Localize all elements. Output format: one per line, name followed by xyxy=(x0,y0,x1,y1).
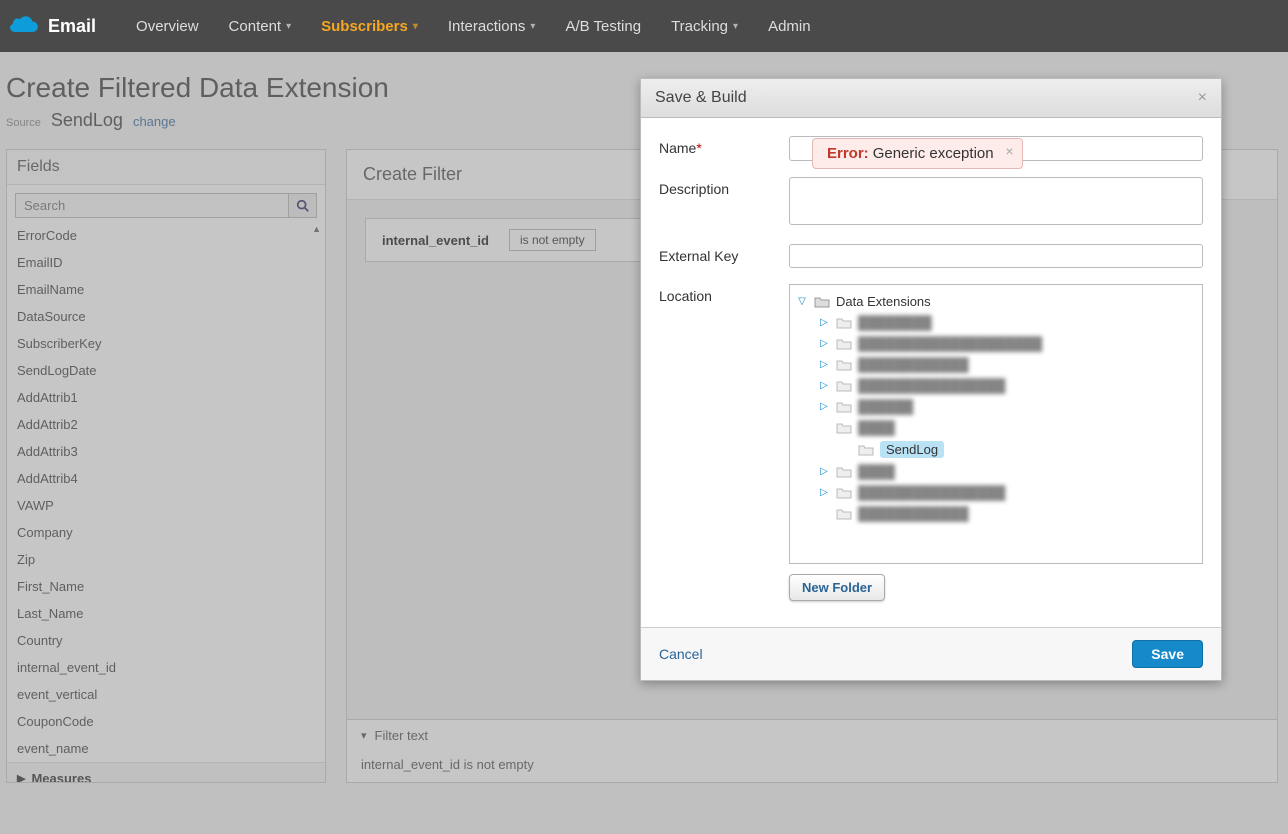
tree-label: ████████████████ xyxy=(858,485,1005,500)
nav-interactions[interactable]: Interactions ▾ xyxy=(448,18,536,35)
tree-label: ████████ xyxy=(858,315,932,330)
tree-label: ████████████████████ xyxy=(858,336,1042,351)
app-name: Email xyxy=(48,16,96,37)
tree-label: ████ xyxy=(858,464,895,479)
folder-icon xyxy=(836,358,852,371)
tree-label: Data Extensions xyxy=(836,294,931,309)
folder-icon xyxy=(836,316,852,329)
expand-icon[interactable]: ▷ xyxy=(818,317,830,328)
toast-close-button[interactable]: × xyxy=(1005,143,1013,159)
nav-label: Tracking xyxy=(671,18,728,35)
tree-item[interactable]: ▷████ xyxy=(816,417,1198,438)
new-folder-button[interactable]: New Folder xyxy=(789,574,885,601)
nav-subscribers[interactable]: Subscribers ▾ xyxy=(321,18,418,35)
expand-icon[interactable]: ▷ xyxy=(818,466,830,477)
folder-icon xyxy=(836,337,852,350)
tree-label: ████████████ xyxy=(858,506,969,521)
modal-close-button[interactable]: × xyxy=(1198,89,1207,107)
external-key-label: External Key xyxy=(659,244,789,268)
chevron-down-icon: ▾ xyxy=(286,21,291,32)
top-nav: Email Overview Content ▾ Subscribers ▾ Int… xyxy=(0,0,1288,52)
tree-item[interactable]: ▷ ██████ xyxy=(816,396,1198,417)
folder-icon xyxy=(836,379,852,392)
location-label: Location xyxy=(659,284,789,601)
folder-icon xyxy=(836,421,852,434)
tree-item[interactable]: ▷ ████████ xyxy=(816,312,1198,333)
tree-item[interactable]: ▷ ████████████████ xyxy=(816,375,1198,396)
tree-item[interactable]: ▷████████████ xyxy=(816,503,1198,524)
cancel-button[interactable]: Cancel xyxy=(659,646,703,662)
expand-icon[interactable]: ▷ xyxy=(818,380,830,391)
modal-body: Name* Description External Key Location … xyxy=(641,118,1221,627)
description-input[interactable] xyxy=(789,177,1203,225)
nav-overview[interactable]: Overview xyxy=(136,18,199,35)
nav-label: Subscribers xyxy=(321,18,408,35)
tree-label: ██████ xyxy=(858,399,913,414)
folder-icon xyxy=(858,443,874,456)
nav-content[interactable]: Content ▾ xyxy=(229,18,292,35)
tree-root[interactable]: ▽ Data Extensions xyxy=(794,291,1198,312)
tree-label: ████████████ xyxy=(858,357,969,372)
folder-icon xyxy=(836,465,852,478)
tree-item[interactable]: ▷ ████████████████ xyxy=(816,482,1198,503)
expand-icon[interactable]: ▷ xyxy=(818,487,830,498)
save-button[interactable]: Save xyxy=(1132,640,1203,668)
external-key-input[interactable] xyxy=(789,244,1203,268)
error-prefix: Error: xyxy=(827,145,869,162)
folder-icon xyxy=(836,400,852,413)
chevron-down-icon: ▾ xyxy=(413,21,418,32)
name-label: Name* xyxy=(659,136,789,161)
expand-icon[interactable]: ▷ xyxy=(818,359,830,370)
nav-ab-testing[interactable]: A/B Testing xyxy=(565,18,641,35)
expand-icon[interactable]: ▷ xyxy=(818,338,830,349)
error-message: Generic exception xyxy=(873,145,994,162)
folder-icon xyxy=(836,486,852,499)
modal-title: Save & Build xyxy=(655,89,747,107)
tree-item[interactable]: ▷ ████ xyxy=(816,461,1198,482)
nav-tracking[interactable]: Tracking ▾ xyxy=(671,18,738,35)
tree-item[interactable]: ▷ ████████████ xyxy=(816,354,1198,375)
chevron-down-icon: ▾ xyxy=(530,21,535,32)
modal-footer: Cancel Save xyxy=(641,627,1221,680)
nav-items: Overview Content ▾ Subscribers ▾ Interacti… xyxy=(136,18,811,35)
folder-icon xyxy=(814,295,830,308)
description-label: Description xyxy=(659,177,789,228)
tree-label: SendLog xyxy=(880,441,944,458)
tree-item[interactable]: ▷ ████████████████████ xyxy=(816,333,1198,354)
cloud-logo xyxy=(10,15,40,37)
collapse-icon[interactable]: ▽ xyxy=(796,296,808,307)
modal-header: Save & Build × xyxy=(641,79,1221,118)
chevron-down-icon: ▾ xyxy=(733,21,738,32)
nav-label: Interactions xyxy=(448,18,526,35)
nav-admin[interactable]: Admin xyxy=(768,18,811,35)
nav-label: Overview xyxy=(136,18,199,35)
nav-label: Content xyxy=(229,18,282,35)
nav-label: Admin xyxy=(768,18,811,35)
tree-label: ████ xyxy=(858,420,895,435)
nav-label: A/B Testing xyxy=(565,18,641,35)
expand-icon[interactable]: ▷ xyxy=(818,401,830,412)
tree-item-sendlog[interactable]: ▷SendLog xyxy=(838,438,1198,461)
tree-label: ████████████████ xyxy=(858,378,1005,393)
location-tree[interactable]: ▽ Data Extensions ▷████████ ▷███████████… xyxy=(789,284,1203,564)
error-toast: Error: Generic exception × xyxy=(812,138,1023,169)
folder-icon xyxy=(836,507,852,520)
